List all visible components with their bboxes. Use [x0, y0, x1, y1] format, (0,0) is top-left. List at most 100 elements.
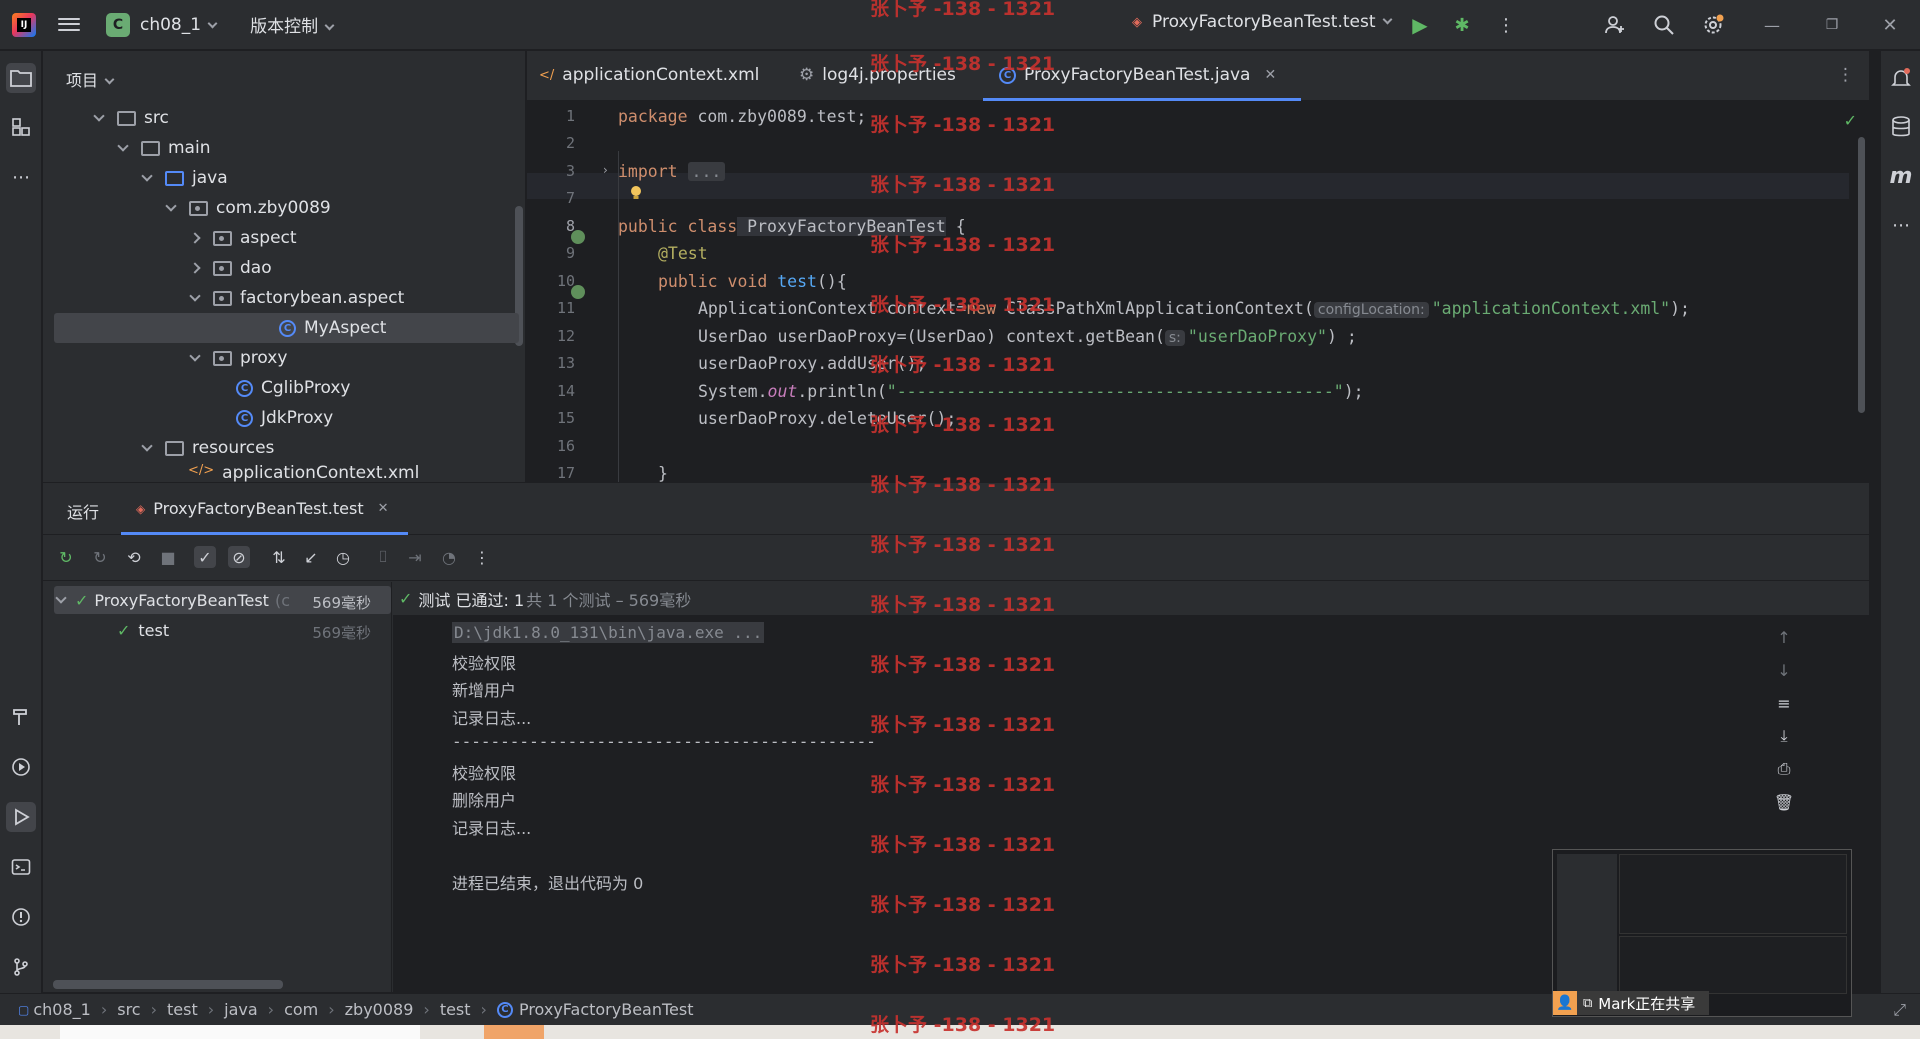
expand-icon[interactable]: ⤢: [1893, 1000, 1906, 1020]
project-folder-icon[interactable]: [6, 63, 36, 93]
sort-icon[interactable]: ⇅: [268, 546, 290, 568]
import-icon[interactable]: ⇥: [404, 546, 426, 568]
watermark: 张卜予 -138 - 1321: [870, 534, 1056, 556]
watermark: 张卜予 -138 - 1321: [870, 234, 1056, 256]
main-menu-icon[interactable]: [58, 14, 80, 36]
tree-item-jdkproxy[interactable]: C JdkProxy: [236, 403, 333, 433]
export-icon[interactable]: ⌷: [372, 546, 394, 568]
breadcrumb-item[interactable]: test: [167, 1000, 198, 1019]
restore-icon[interactable]: ❐: [1820, 13, 1844, 37]
screen-share-indicator[interactable]: 👤 ⧉ Mark正在共享: [1553, 991, 1709, 1015]
more-tools-icon[interactable]: ⋯: [1886, 210, 1916, 240]
project-panel-title[interactable]: 项目: [66, 67, 115, 91]
problems-icon[interactable]: [6, 902, 36, 932]
search-icon[interactable]: [1652, 13, 1676, 37]
tab-applicationcontext-xml[interactable]: </ applicationContext.xml: [539, 65, 759, 85]
more-actions-icon[interactable]: ⋮: [1494, 13, 1518, 37]
editor-scrollbar[interactable]: [1858, 137, 1865, 413]
coverage-icon[interactable]: ◔: [438, 546, 460, 568]
breadcrumb-item[interactable]: ProxyFactoryBeanTest: [519, 1000, 694, 1019]
vcs-selector[interactable]: 版本控制: [250, 12, 335, 37]
chevron-down-icon: [104, 74, 115, 85]
tree-item-aspect[interactable]: aspect: [189, 223, 297, 253]
breadcrumb-item[interactable]: src: [117, 1000, 140, 1019]
run-tab[interactable]: ◈ ProxyFactoryBeanTest.test ✕: [136, 499, 389, 518]
console-command[interactable]: D:\jdk1.8.0_131\bin\java.exe ...: [452, 622, 765, 643]
breadcrumb-item[interactable]: test: [440, 1000, 471, 1019]
add-user-icon[interactable]: [1603, 13, 1627, 37]
breadcrumb-item[interactable]: ch08_1: [33, 1000, 90, 1019]
tree-item-resources[interactable]: resources: [141, 433, 274, 463]
notifications-bell-icon[interactable]: [1886, 63, 1916, 93]
scroll-to-end-icon[interactable]: ⤓: [1773, 725, 1795, 747]
terminal-icon[interactable]: [6, 852, 36, 882]
breadcrumb-item[interactable]: com: [284, 1000, 318, 1019]
breadcrumb-item[interactable]: java: [224, 1000, 258, 1019]
database-icon[interactable]: [1886, 112, 1916, 142]
line-number: 14: [556, 382, 575, 400]
properties-gear-icon: ⚙: [799, 65, 815, 85]
test-tree-hscrollbar[interactable]: [53, 980, 283, 989]
tree-item-cglibproxy[interactable]: C CglibProxy: [236, 373, 350, 403]
line-number: 13: [556, 354, 575, 372]
stop-icon[interactable]: ■: [157, 546, 179, 568]
tree-item-package[interactable]: com.zby0089: [165, 193, 331, 223]
more-tools-icon[interactable]: ⋯: [6, 162, 36, 192]
toggle-auto-test-icon[interactable]: ⟲: [123, 546, 145, 568]
lightbulb-icon[interactable]: [630, 185, 642, 199]
clear-trash-icon[interactable]: 🗑: [1773, 791, 1795, 813]
maven-icon[interactable]: m: [1886, 161, 1916, 191]
structure-icon[interactable]: [6, 112, 36, 142]
print-icon[interactable]: ⎙: [1773, 758, 1795, 780]
settings-gear-icon[interactable]: [1701, 13, 1725, 37]
code-area[interactable]: package com.zby0089.test; import ... pub…: [618, 101, 1848, 482]
services-icon[interactable]: [6, 752, 36, 782]
tree-item-dao[interactable]: dao: [189, 253, 272, 283]
folded-imports[interactable]: ...: [687, 162, 726, 181]
tree-item-factorybean-aspect[interactable]: factorybean.aspect: [189, 283, 405, 313]
tree-item-src[interactable]: src: [93, 103, 169, 133]
more-options-icon[interactable]: ⋮: [471, 546, 493, 568]
console-line: 校验权限: [452, 654, 517, 673]
tab-label: applicationContext.xml: [562, 65, 760, 85]
watermark: 张卜予 -138 - 1321: [870, 294, 1056, 316]
show-ignored-icon[interactable]: ⊘: [228, 546, 250, 568]
soft-wrap-icon[interactable]: ≡: [1773, 692, 1795, 714]
breadcrumb-item[interactable]: zby0089: [345, 1000, 414, 1019]
tree-item-java[interactable]: java: [141, 163, 228, 193]
run-test-method-gutter-icon[interactable]: [571, 285, 585, 299]
close-window-icon[interactable]: ✕: [1878, 13, 1902, 37]
tree-item-label: factorybean.aspect: [240, 288, 405, 308]
junit-icon: ◈: [1132, 14, 1142, 30]
run-test-class-gutter-icon[interactable]: [571, 230, 585, 244]
run-config-selector[interactable]: ◈ ProxyFactoryBeanTest.test: [1132, 12, 1392, 32]
line-number: 11: [556, 299, 575, 317]
close-tab-icon[interactable]: ✕: [378, 501, 389, 516]
scroll-up-icon[interactable]: ↑: [1773, 626, 1795, 648]
tab-options-icon[interactable]: ⋮: [1837, 65, 1854, 85]
run-tool-icon[interactable]: [6, 802, 36, 832]
tree-item-myaspect[interactable]: C MyAspect: [54, 313, 519, 343]
show-passed-icon[interactable]: ✓: [194, 546, 216, 568]
debug-icon[interactable]: ✱: [1450, 13, 1474, 37]
watermark: 张卜予 -138 - 1321: [870, 53, 1056, 75]
test-history-icon[interactable]: ◷: [332, 546, 354, 568]
test-suite-row[interactable]: ✓ ProxyFactoryBeanTest (c: [55, 586, 290, 614]
project-selector[interactable]: ch08_1: [140, 15, 218, 35]
git-branch-icon[interactable]: [6, 952, 36, 982]
minimize-icon[interactable]: —: [1760, 13, 1784, 37]
build-hammer-icon[interactable]: [6, 702, 36, 732]
rerun-icon[interactable]: ↻: [55, 546, 77, 568]
tree-item-main[interactable]: main: [117, 133, 210, 163]
package-icon: [189, 200, 208, 216]
test-method-row[interactable]: ✓ test: [117, 616, 169, 644]
scroll-down-icon[interactable]: ↓: [1773, 659, 1795, 681]
collapse-all-icon[interactable]: ↙: [300, 546, 322, 568]
close-tab-icon[interactable]: ✕: [1264, 67, 1276, 83]
tree-item-applicationcontext-xml[interactable]: </> applicationContext.xml: [188, 463, 419, 482]
tree-item-label: applicationContext.xml: [222, 463, 420, 482]
fold-chevron-icon[interactable]: ›: [603, 163, 608, 177]
run-icon[interactable]: ▶: [1408, 13, 1432, 37]
tree-item-proxy[interactable]: proxy: [189, 343, 287, 373]
rerun-failed-icon[interactable]: ↻: [89, 546, 111, 568]
